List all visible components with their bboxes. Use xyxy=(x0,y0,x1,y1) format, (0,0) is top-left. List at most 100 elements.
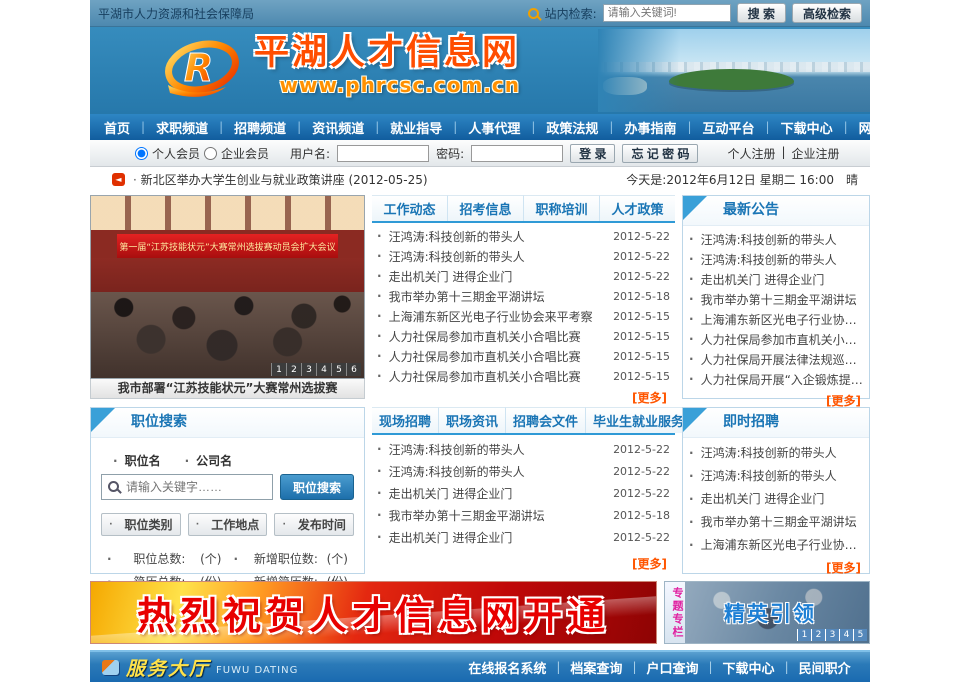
announcements-more-link[interactable]: [更多] xyxy=(826,394,861,408)
celebration-banner[interactable]: 热烈祝贺人才信息网开通 xyxy=(90,581,657,644)
bureau-name: 平湖市人力资源和社会保障局 xyxy=(98,5,254,22)
register-links: 个人注册 | 企业注册 xyxy=(727,145,839,162)
news-link[interactable]: 人力社保局参加市直机关小合唱比赛 xyxy=(389,328,581,345)
username-field[interactable] xyxy=(337,145,429,162)
announcement-link[interactable]: 人力社保局开展法律法规巡回培训 xyxy=(701,353,863,367)
nav-link[interactable]: 政策法规 xyxy=(536,118,608,137)
announcement-link[interactable]: 汪鸿涛:科技创新的带头人 xyxy=(701,233,837,247)
personal-register-link[interactable]: 个人注册 xyxy=(727,145,775,162)
job-search-tab[interactable]: 公司名 xyxy=(173,449,245,472)
search-button[interactable]: 搜 索 xyxy=(737,3,786,23)
password-label: 密码: xyxy=(436,145,464,162)
announcement-link[interactable]: 我市举办第十三期金平湖讲坛 xyxy=(701,293,857,307)
service-link[interactable]: 民间职介 xyxy=(799,658,851,677)
site-url: www.phrcsc.com.cn xyxy=(254,73,520,97)
service-link[interactable]: 下载中心 xyxy=(723,658,775,677)
instant-jobs-column: 即时招聘 汪鸿涛:科技创新的带头人 汪鸿涛:科技创新的带头人 走出机关门 进得企… xyxy=(682,407,870,574)
nav-link[interactable]: 下载中心 xyxy=(771,118,843,137)
photo-page-button[interactable]: 1 xyxy=(271,363,286,376)
instant-job-link[interactable]: 上海浦东新区光电子行业协会来平考 xyxy=(701,538,863,552)
login-button[interactable]: 登 录 xyxy=(570,144,615,163)
recruit-news-module: 现场招聘 职场资讯 招聘会文件 毕业生就业服务 汪鸿涛:科技创新的带头人 201… xyxy=(372,407,675,574)
work-news-more-link[interactable]: [更多] xyxy=(632,391,667,405)
news-link[interactable]: 汪鸿涛:科技创新的带头人 xyxy=(389,248,525,265)
announcement-link[interactable]: 汪鸿涛:科技创新的带头人 xyxy=(701,253,837,267)
side-page-button[interactable]: 4 xyxy=(839,629,853,641)
password-field[interactable] xyxy=(471,145,563,162)
announcement-link[interactable]: 上海浦东新区光电子行业协会来平考 xyxy=(701,313,863,327)
news-link[interactable]: 人力社保局参加市直机关小合唱比赛 xyxy=(389,348,581,365)
nav-link[interactable]: 互动平台 xyxy=(693,118,765,137)
news-link[interactable]: 汪鸿涛:科技创新的带头人 xyxy=(389,463,525,480)
announcement-link[interactable]: 人力社保局参加市直机关小合唱比赛 xyxy=(701,333,863,347)
photo-page-button[interactable]: 4 xyxy=(316,363,331,376)
photo-page-button[interactable]: 5 xyxy=(331,363,346,376)
ticker-headline-link[interactable]: 新北区举办大学生创业与就业政策讲座 (2012-05-25) xyxy=(133,171,428,188)
instant-jobs-more-link[interactable]: [更多] xyxy=(826,561,861,575)
nav-link[interactable]: 资讯频道 xyxy=(302,118,374,137)
nav-link[interactable]: 网站地图 xyxy=(849,118,921,137)
nav-link[interactable]: 办事指南 xyxy=(614,118,686,137)
nav-link[interactable]: 求职频道 xyxy=(146,118,218,137)
company-register-link[interactable]: 企业注册 xyxy=(792,145,840,162)
news-tab[interactable]: 毕业生就业服务 xyxy=(586,407,691,433)
news-tab[interactable]: 工作动态 xyxy=(372,195,448,221)
special-column-banner[interactable]: 专题专栏 精英引领 1 2 3 4 5 xyxy=(664,581,870,644)
instant-job-link[interactable]: 走出机关门 进得企业门 xyxy=(701,492,825,506)
main-row-1: 第一届“江苏技能状元”大赛常州选拔赛动员会扩大会议 1 2 3 4 xyxy=(90,195,870,399)
side-page-button[interactable]: 1 xyxy=(797,629,811,641)
news-link[interactable]: 上海浦东新区光电子行业协会来平考察 xyxy=(389,308,593,325)
service-link[interactable]: 在线报名系统 xyxy=(468,658,546,677)
announcement-link[interactable]: 走出机关门 进得企业门 xyxy=(701,273,825,287)
job-filter-button[interactable]: 工作地点 xyxy=(188,513,268,536)
login-bar: 个人会员 企业会员 用户名: 密码: 登 录 忘 记 密 码 个人注册 | 企业… xyxy=(90,140,870,167)
service-link[interactable]: 户口查询 xyxy=(646,658,698,677)
company-member-radio[interactable] xyxy=(204,147,217,160)
news-tab[interactable]: 招聘会文件 xyxy=(506,407,586,433)
job-search-tab[interactable]: 职位名 xyxy=(101,449,173,472)
news-link[interactable]: 我市举办第十三期金平湖讲坛 xyxy=(389,507,545,524)
service-link[interactable]: 档案查询 xyxy=(570,658,622,677)
instant-job-link[interactable]: 汪鸿涛:科技创新的带头人 xyxy=(701,469,837,483)
job-filter-button[interactable]: 发布时间 xyxy=(274,513,354,536)
news-tab[interactable]: 现场招聘 xyxy=(372,407,439,433)
news-link[interactable]: 走出机关门 进得企业门 xyxy=(389,268,513,285)
job-stat: 职位总数: (个) xyxy=(101,547,228,570)
stat-label: 职位总数: xyxy=(133,550,185,567)
recruit-news-more-link[interactable]: [更多] xyxy=(632,557,667,571)
news-link[interactable]: 汪鸿涛:科技创新的带头人 xyxy=(389,228,525,245)
side-page-button[interactable]: 5 xyxy=(853,629,867,641)
announcement-link[interactable]: 人力社保局开展“入企锻炼提素质” xyxy=(701,373,863,387)
nav-link[interactable]: 就业指导 xyxy=(380,118,452,137)
keyword-input[interactable] xyxy=(101,474,273,500)
photo-page-button[interactable]: 3 xyxy=(301,363,316,376)
photo-caption[interactable]: 我市部署“江苏技能状元”大赛常州选拔赛 xyxy=(90,379,365,399)
side-page-button[interactable]: 3 xyxy=(825,629,839,641)
news-item: 走出机关门 进得企业门 2012-5-22 xyxy=(372,266,675,286)
news-link[interactable]: 走出机关门 进得企业门 xyxy=(389,485,513,502)
nav-link[interactable]: 招聘频道 xyxy=(224,118,296,137)
work-news-list: 汪鸿涛:科技创新的带头人 2012-5-22 汪鸿涛:科技创新的带头人 2012… xyxy=(372,223,675,386)
news-tab[interactable]: 职称培训 xyxy=(524,195,600,221)
news-tab[interactable]: 招考信息 xyxy=(448,195,524,221)
side-page-button[interactable]: 2 xyxy=(811,629,825,641)
photo-page-button[interactable]: 2 xyxy=(286,363,301,376)
news-link[interactable]: 走出机关门 进得企业门 xyxy=(389,529,513,546)
personal-member-radio[interactable] xyxy=(135,147,148,160)
nav-link[interactable]: 人事代理 xyxy=(458,118,530,137)
nav-link[interactable]: 首页 xyxy=(94,118,140,137)
job-filter-button[interactable]: 职位类别 xyxy=(101,513,181,536)
advanced-search-button[interactable]: 高级检索 xyxy=(792,3,862,23)
photo-page-button[interactable]: 6 xyxy=(346,363,361,376)
forgot-password-button[interactable]: 忘 记 密 码 xyxy=(622,144,698,163)
job-search-button[interactable]: 职位搜索 xyxy=(280,474,354,500)
news-tab[interactable]: 人才政策 xyxy=(600,195,675,221)
instant-job-link[interactable]: 我市举办第十三期金平湖讲坛 xyxy=(701,515,857,529)
news-link[interactable]: 我市举办第十三期金平湖讲坛 xyxy=(389,288,545,305)
news-tab[interactable]: 职场资讯 xyxy=(439,407,506,433)
conference-photo[interactable]: 第一届“江苏技能状元”大赛常州选拔赛动员会扩大会议 1 2 3 4 xyxy=(90,195,365,379)
site-search-input[interactable] xyxy=(603,4,731,22)
instant-job-link[interactable]: 汪鸿涛:科技创新的带头人 xyxy=(701,446,837,460)
news-link[interactable]: 汪鸿涛:科技创新的带头人 xyxy=(389,441,525,458)
news-link[interactable]: 人力社保局参加市直机关小合唱比赛 xyxy=(389,368,581,385)
